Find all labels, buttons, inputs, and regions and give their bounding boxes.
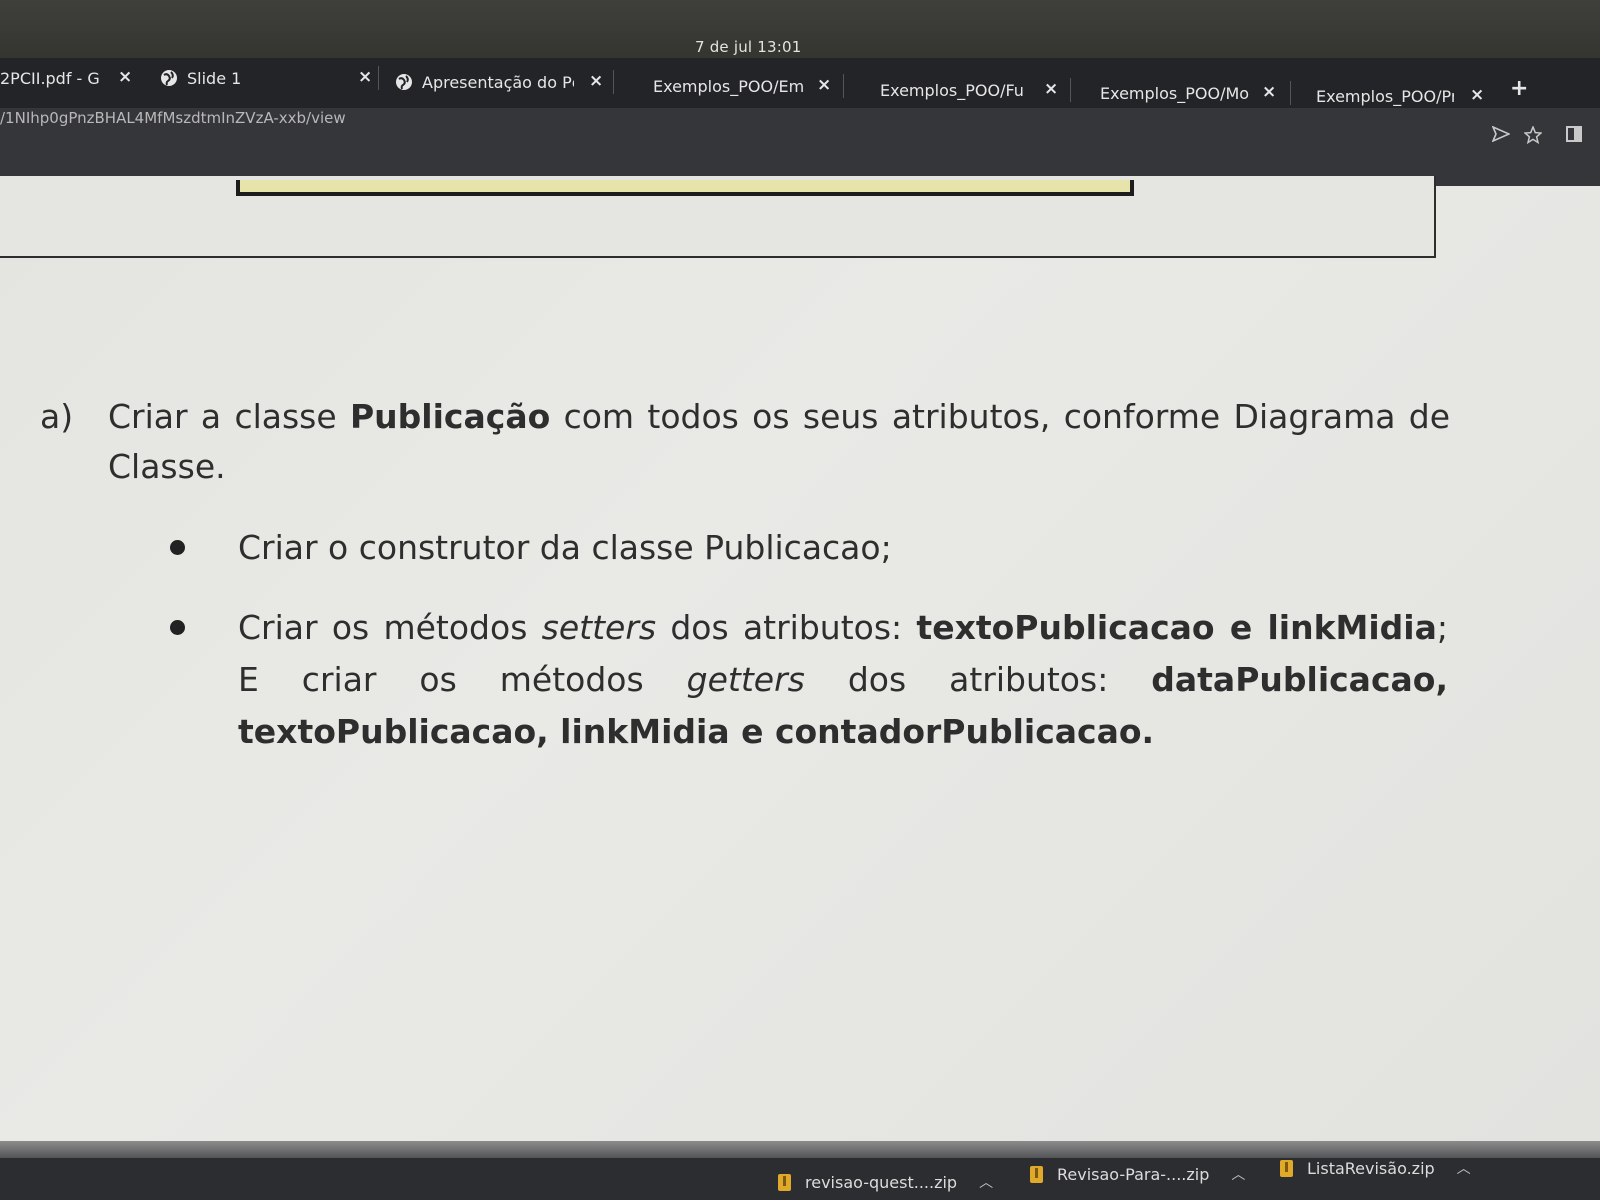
tab-exemplos-poo-em[interactable]: Exemplos_POO/Em ×	[653, 66, 844, 106]
address-bar[interactable]: /1NIhp0gPnzBHAL4MfMszdtmInZVzA-xxb/view	[0, 108, 346, 128]
text-fragment: dos atributos:	[656, 608, 917, 647]
tab-separator	[1070, 78, 1071, 102]
tab-close-icon[interactable]: ×	[1470, 85, 1484, 105]
tab-apresentacao[interactable]: Apresentação do Pc ×	[395, 62, 614, 102]
bullet-text: Criar os métodos setters dos atributos: …	[238, 602, 1448, 758]
bullet-dot	[170, 540, 185, 555]
tab-label: Exemplos_POO/Em	[653, 76, 803, 96]
system-clock[interactable]: 7 de jul 13:01	[695, 38, 801, 56]
chevron-up-icon[interactable]: ︿	[979, 1172, 993, 1192]
tab-separator	[1290, 81, 1291, 105]
tab-close-icon[interactable]: ×	[358, 67, 372, 87]
chevron-up-icon[interactable]: ︿	[1231, 1164, 1245, 1184]
download-item[interactable]: Revisao-Para-....zip ︿	[1030, 1164, 1245, 1184]
item-marker: a)	[40, 397, 74, 436]
bold-attributes: textoPublicacao e linkMidia	[916, 608, 1437, 647]
text-fragment: Criar a classe	[108, 397, 350, 436]
system-top-bar: 7 de jul 13:01	[0, 0, 1600, 60]
item-text: Criar a classe Publicação com todos os s…	[108, 392, 1450, 492]
tab-label: Exemplos_POO/Pr	[1316, 86, 1454, 106]
download-item[interactable]: revisao-quest....zip ︿	[778, 1172, 993, 1192]
star-icon[interactable]	[1523, 125, 1543, 149]
tab-close-icon[interactable]: ×	[118, 67, 132, 87]
download-shelf: revisao-quest....zip ︿ Revisao-Para-....…	[0, 1158, 1600, 1200]
download-filename: revisao-quest....zip	[805, 1172, 958, 1192]
italic-term: setters	[541, 608, 657, 647]
zip-file-icon	[1030, 1165, 1043, 1183]
slide-highlight-bar	[236, 180, 1134, 196]
tab-label: Apresentação do Pc	[422, 72, 574, 92]
download-filename: Revisao-Para-....zip	[1057, 1164, 1210, 1184]
tab-slide-1[interactable]: Slide 1 ×	[160, 58, 379, 98]
zip-file-icon	[1280, 1159, 1293, 1177]
tab-close-icon[interactable]: ×	[589, 71, 603, 91]
send-icon[interactable]	[1491, 125, 1511, 147]
exercise-item-a: a) Criar a classe Publicação com todos o…	[40, 392, 1450, 492]
bullet-dot	[170, 620, 185, 635]
chevron-up-icon[interactable]: ︿	[1457, 1158, 1471, 1178]
tab-close-icon[interactable]: ×	[817, 75, 831, 95]
tab-close-icon[interactable]: ×	[1044, 79, 1058, 99]
tab-2pcii-pdf[interactable]: 2PCII.pdf - Go ×	[0, 58, 140, 98]
zip-file-icon	[778, 1173, 791, 1191]
sidepanel-icon[interactable]	[1566, 126, 1582, 147]
class-name-bold: Publicação	[350, 397, 551, 436]
tab-label: Exemplos_POO/Fu	[880, 80, 1024, 100]
tab-exemplos-poo-mo[interactable]: Exemplos_POO/Mo ×	[1100, 73, 1291, 113]
text-fragment: dos atributos:	[804, 660, 1152, 699]
globe-icon	[395, 73, 413, 91]
globe-icon	[160, 69, 178, 87]
tab-separator	[613, 70, 614, 94]
browser-toolbar: /1NIhp0gPnzBHAL4MfMszdtmInZVzA-xxb/view	[0, 108, 1600, 186]
bullet-text: Criar o construtor da classe Publicacao;	[238, 528, 892, 567]
document-page: a) Criar a classe Publicação com todos o…	[0, 176, 1600, 1141]
tab-separator	[378, 66, 379, 90]
bullet-item-methods: Criar os métodos setters dos atributos: …	[170, 602, 1448, 758]
tab-label: Exemplos_POO/Mo	[1100, 83, 1250, 103]
bullet-item-constructor: Criar o construtor da classe Publicacao;	[170, 522, 1448, 574]
browser-tab-strip: 2PCII.pdf - Go × Slide 1 × Apresentação …	[0, 58, 1600, 108]
tab-close-icon[interactable]: ×	[1262, 82, 1276, 102]
italic-term: getters	[686, 660, 805, 699]
new-tab-button[interactable]: +	[1510, 76, 1528, 101]
download-filename: ListaRevisão.zip	[1307, 1158, 1435, 1178]
tab-label: 2PCII.pdf - Go	[0, 68, 100, 88]
download-item[interactable]: ListaRevisão.zip ︿	[1280, 1158, 1471, 1178]
tab-separator	[843, 74, 844, 98]
tab-exemplos-poo-fu[interactable]: Exemplos_POO/Fu ×	[880, 70, 1071, 110]
tab-label: Slide 1	[187, 68, 242, 88]
text-fragment: Criar os métodos	[238, 608, 542, 647]
